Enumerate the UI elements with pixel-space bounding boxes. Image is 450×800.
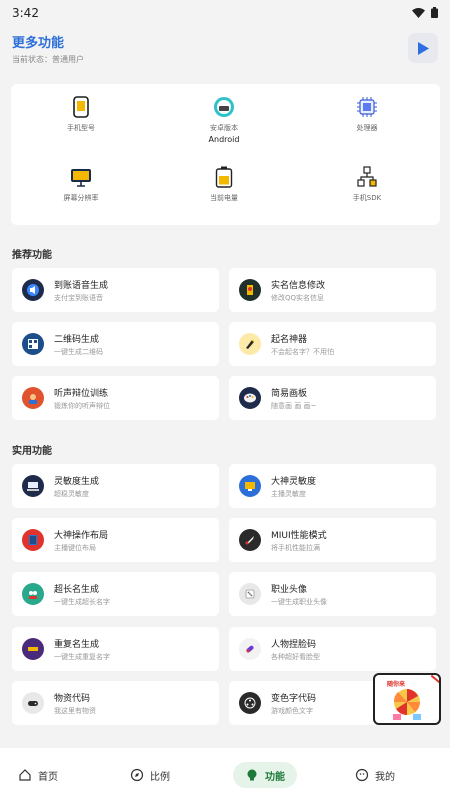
laptop-icon — [22, 475, 44, 497]
feature-realname-edit[interactable]: 实名信息修改 修改QQ实名信息 — [229, 268, 436, 312]
color-wheel-icon — [239, 692, 261, 714]
capsule-icon — [239, 638, 261, 660]
floating-ad[interactable]: 随你来 — [373, 673, 441, 725]
header: 更多功能 当前状态：普通用户 — [0, 22, 450, 72]
feature-sound-training[interactable]: 听声辩位训练 锻炼你的听声辩位 — [12, 376, 219, 420]
feature-supply-code[interactable]: 物资代码 我这里有物资 — [12, 681, 219, 725]
desktop-icon — [239, 475, 261, 497]
ticket-icon — [22, 638, 44, 660]
home-icon — [19, 769, 31, 781]
speaker-icon — [22, 279, 44, 301]
battery-icon — [431, 7, 438, 18]
gamepad-icon — [22, 692, 44, 714]
pen-icon — [239, 333, 261, 355]
device-info-card: 手机型号 安卓版本 Android 处理器 屏幕分辨率 当前电量 手机SDK — [11, 84, 440, 225]
play-button[interactable] — [408, 33, 438, 63]
status-time: 3:42 — [12, 5, 39, 20]
profile-icon — [355, 768, 369, 782]
qr-code-icon — [22, 333, 44, 355]
feature-face-code[interactable]: 人物捏脸码 各种超好看脸型 — [229, 627, 436, 671]
battery-level[interactable]: 当前电量 — [164, 166, 284, 203]
phone-sdk[interactable]: 手机SDK — [307, 166, 427, 203]
sdk-icon — [356, 166, 378, 188]
processor[interactable]: 处理器 — [307, 96, 427, 133]
feature-voice-receipt[interactable]: 到账语音生成 支付宝到账语音 — [12, 268, 219, 312]
feature-drawing-board[interactable]: 简易画板 随意画 画 画~ — [229, 376, 436, 420]
feature-pro-layout[interactable]: 大神操作布局 主播键位布局 — [12, 518, 219, 562]
id-card-icon — [239, 279, 261, 301]
headphone-icon — [22, 387, 44, 409]
people-icon — [22, 583, 44, 605]
play-icon — [418, 41, 429, 55]
compass-icon — [130, 768, 144, 782]
android-icon — [213, 96, 235, 118]
lightbulb-icon — [247, 769, 257, 781]
user-status: 当前状态：普通用户 — [12, 55, 84, 64]
status-bar: 3:42 — [0, 0, 450, 22]
feature-miui-performance[interactable]: MIUI性能模式 将手机性能拉满 — [229, 518, 436, 562]
feature-sensitivity-gen[interactable]: 灵敏度生成 超稳灵敏度 — [12, 464, 219, 508]
feature-name-generator[interactable]: 起名神器 不会起名字？不用怕 — [229, 322, 436, 366]
android-version[interactable]: 安卓版本 Android — [164, 96, 284, 144]
palette-icon — [239, 387, 261, 409]
ad-ribbon — [430, 675, 439, 690]
rocket-icon — [239, 529, 261, 551]
feature-duplicate-name[interactable]: 重复名生成 一键生成重复名字 — [12, 627, 219, 671]
nav-home[interactable]: 首页 — [18, 762, 58, 788]
practical-title: 实用功能 — [12, 446, 52, 457]
nav-mine[interactable]: 我的 — [355, 762, 395, 788]
monitor-icon — [70, 166, 92, 188]
recommended-title: 推荐功能 — [12, 250, 52, 261]
page-title: 更多功能 — [12, 36, 65, 51]
feature-career-avatar[interactable]: 职业头像 一键生成职业头像 — [229, 572, 436, 616]
prize-wheel-icon — [393, 689, 421, 720]
feature-long-name[interactable]: 超长名生成 一键生成超长名字 — [12, 572, 219, 616]
screen-resolution[interactable]: 屏幕分辨率 — [21, 166, 141, 203]
feature-pro-sensitivity[interactable]: 大神灵敏度 主播灵敏度 — [229, 464, 436, 508]
nav-features[interactable]: 功能 — [233, 762, 297, 788]
nav-ratio[interactable]: 比例 — [130, 762, 170, 788]
feature-qrcode[interactable]: 二维码生成 一键生成二维码 — [12, 322, 219, 366]
device-model[interactable]: 手机型号 — [21, 96, 141, 133]
battery-level-icon — [213, 166, 235, 188]
bottom-nav: 首页 比例 功能 我的 — [0, 748, 450, 800]
wifi-icon — [412, 7, 425, 18]
chip-icon — [356, 96, 378, 118]
phone-icon — [70, 96, 92, 118]
dice-icon — [239, 583, 261, 605]
book-icon — [22, 529, 44, 551]
